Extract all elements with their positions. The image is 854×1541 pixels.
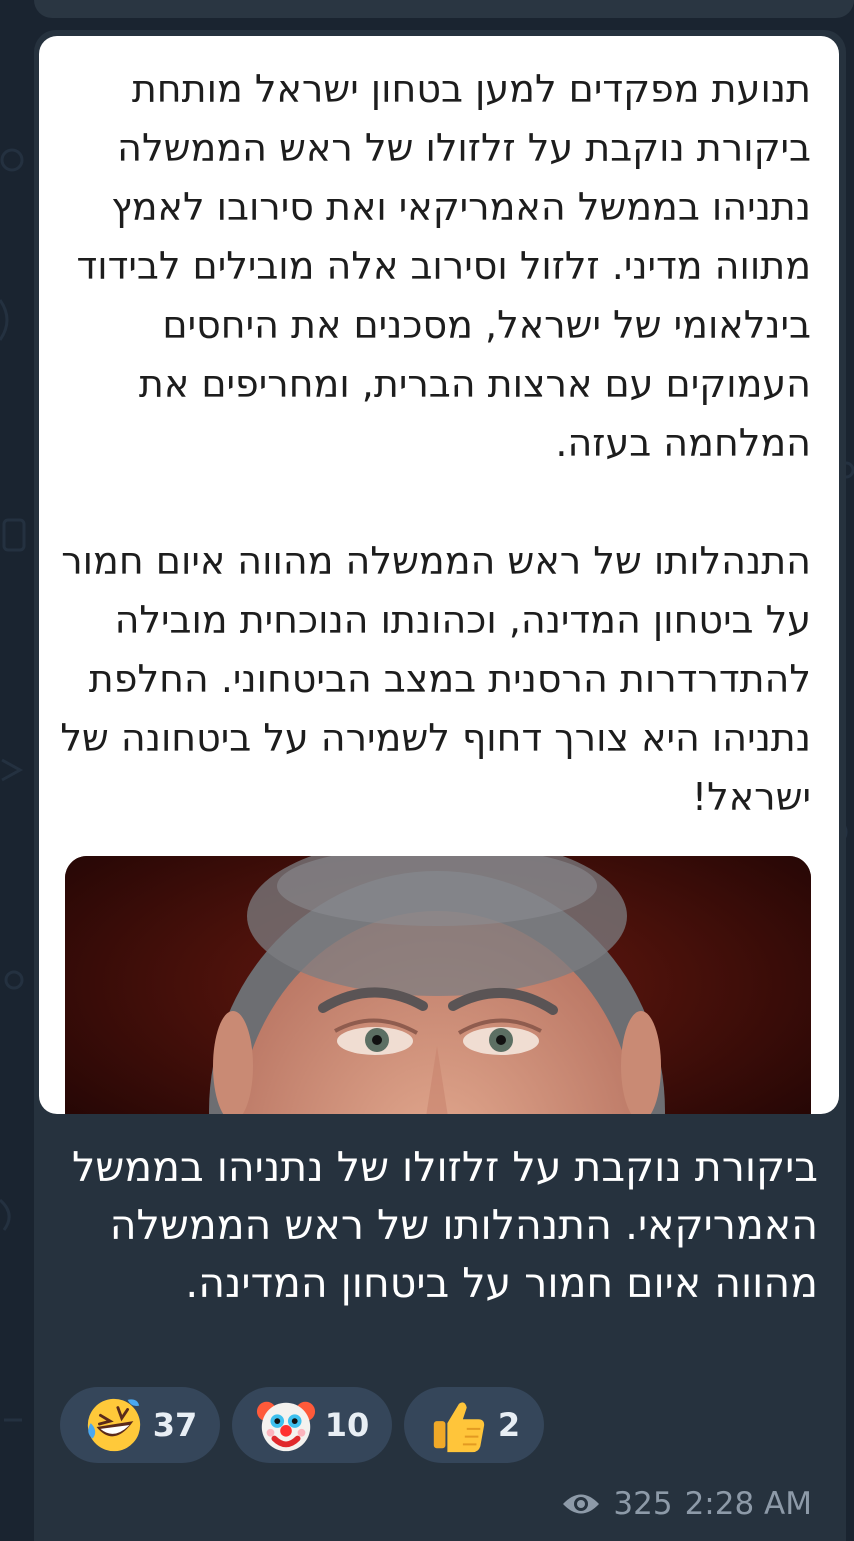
reaction-thumbs-up[interactable]: 2 xyxy=(404,1387,544,1463)
post-image-card[interactable]: תנועת מפקדים למען בטחון ישראל מותחת ביקו… xyxy=(39,36,839,1114)
message-meta: 325 2:28 AM xyxy=(561,1482,812,1526)
portrait-photo xyxy=(65,856,811,1114)
reaction-clown[interactable]: 10 xyxy=(232,1387,392,1463)
portrait-illustration xyxy=(65,856,811,1114)
reaction-count: 37 xyxy=(152,1406,198,1444)
eye-icon xyxy=(563,1494,600,1514)
channel-post-bubble[interactable]: תנועת מפקדים למען בטחון ישראל מותחת ביקו… xyxy=(34,30,846,1541)
reaction-rofl[interactable]: 37 xyxy=(60,1387,220,1463)
previous-message-bubble-edge xyxy=(34,0,854,18)
clown-emoji-icon xyxy=(256,1401,315,1452)
reaction-count: 10 xyxy=(324,1406,370,1444)
card-paragraph-2: התנהלותו של ראש הממשלה מהווה איום חמור ע… xyxy=(60,539,811,819)
reaction-count: 2 xyxy=(497,1406,521,1444)
view-count: 325 xyxy=(613,1486,673,1522)
post-caption: ביקורת נוקבת על זלזולו של נתניהו בממשל ה… xyxy=(71,1143,818,1307)
card-paragraph-1: תנועת מפקדים למען בטחון ישראל מותחת ביקו… xyxy=(76,67,811,465)
thumbs-up-emoji-icon xyxy=(433,1402,485,1453)
rofl-emoji-icon xyxy=(87,1398,140,1452)
message-time: 2:28 AM xyxy=(684,1486,812,1522)
